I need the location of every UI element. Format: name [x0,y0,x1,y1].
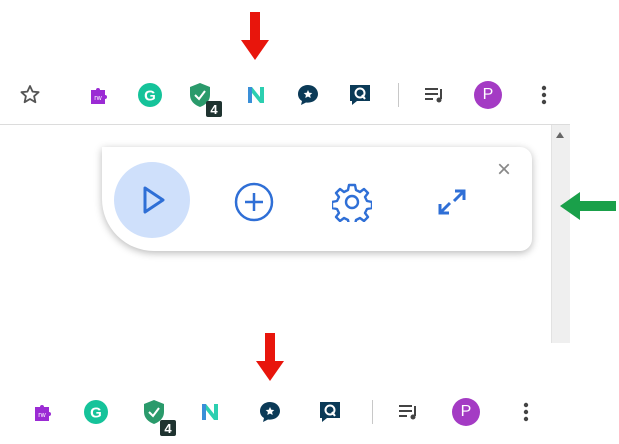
settings-button[interactable] [328,178,376,226]
rw-puzzle-icon[interactable]: rw [30,398,58,426]
expand-icon [438,189,466,215]
svg-text:rw: rw [94,95,102,102]
red-down-arrow-top [241,12,269,62]
n-logo-icon[interactable] [196,398,224,426]
browser-toolbar-bottom: rw G 4 P [0,390,570,436]
scroll-up-icon[interactable] [556,132,564,138]
add-button[interactable] [230,178,278,226]
svg-text:G: G [144,88,156,105]
play-icon [143,186,165,214]
red-down-arrow-bottom [256,333,284,383]
add-circle-icon [234,182,274,222]
chat-square-icon[interactable] [316,398,344,426]
badge-count: 4 [160,420,176,436]
grammarly-icon[interactable]: G [136,81,164,109]
star-icon[interactable] [16,81,44,109]
badge-count: 4 [206,101,222,117]
chat-star-icon[interactable] [256,398,284,426]
rw-puzzle-icon[interactable]: rw [86,81,114,109]
profile-avatar[interactable]: P [452,398,480,426]
svg-text:rw: rw [38,412,46,419]
more-vert-icon[interactable] [530,81,558,109]
profile-avatar[interactable]: P [474,81,502,109]
profile-initial: P [452,398,480,426]
media-playlist-icon[interactable] [394,398,422,426]
chat-star-icon[interactable] [294,81,322,109]
chat-square-icon[interactable] [346,81,374,109]
play-button[interactable] [114,162,190,238]
svg-text:G: G [90,405,102,422]
settings-gear-icon [332,183,372,222]
scrollbar[interactable] [551,125,570,343]
browser-toolbar-top: rw G 4 P [0,73,570,119]
n-logo-icon[interactable] [242,81,270,109]
toolbar-divider [0,124,570,125]
media-playlist-icon[interactable] [420,81,448,109]
close-button[interactable]: × [497,158,511,182]
profile-initial: P [474,81,502,109]
expand-button[interactable] [428,178,476,226]
grammarly-icon[interactable]: G [82,398,110,426]
more-vert-icon[interactable] [512,398,540,426]
green-left-arrow [560,192,616,225]
